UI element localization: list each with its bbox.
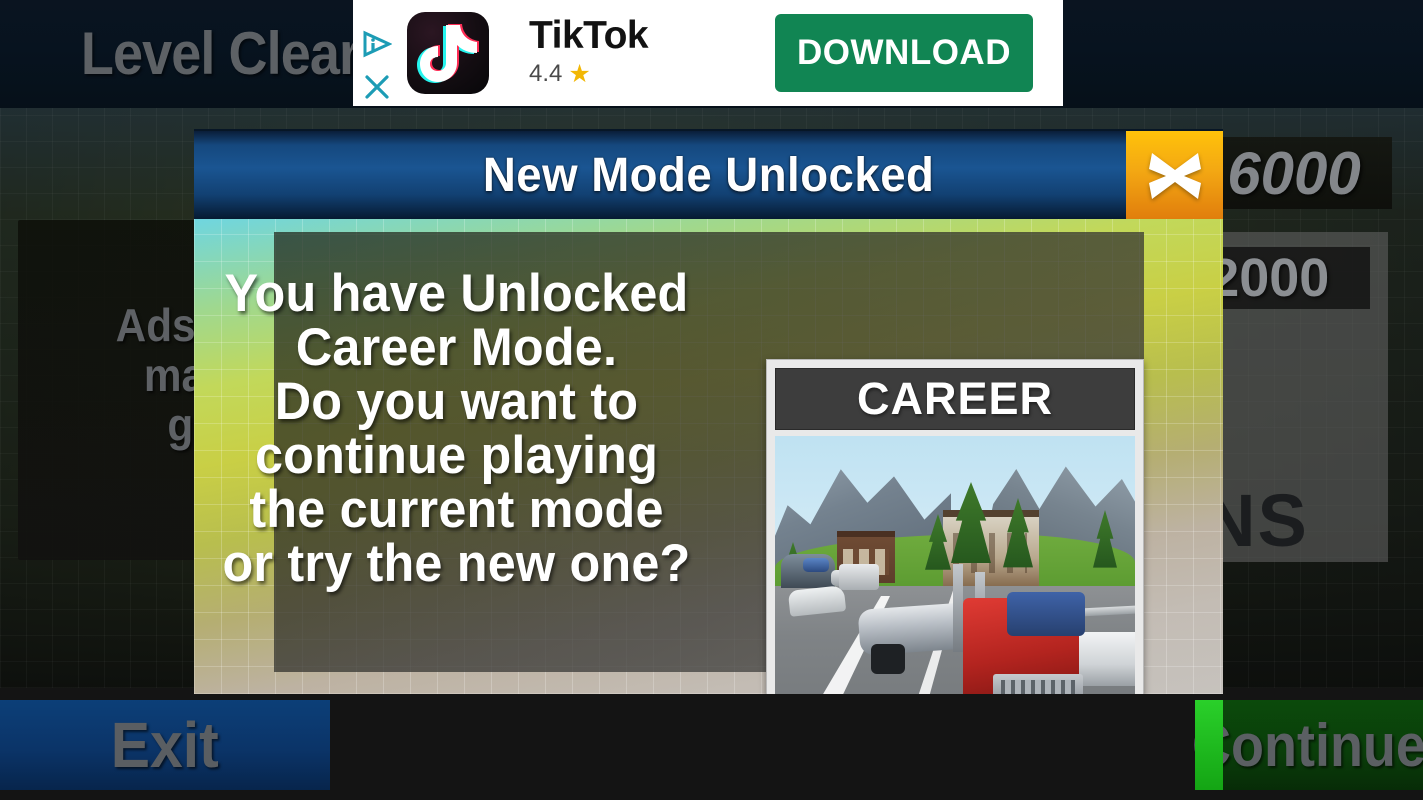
tiktok-app-icon — [407, 12, 489, 94]
new-mode-unlocked-dialog: New Mode Unlocked You have Unlocked Care… — [194, 129, 1223, 694]
art-truck-windshield — [1007, 592, 1085, 636]
ad-rating-row: 4.4 ★ — [529, 60, 648, 88]
art-truck-grill — [993, 674, 1083, 694]
dialog-close-button[interactable] — [1126, 131, 1223, 221]
career-mode-card[interactable]: CAREER — [766, 359, 1144, 694]
art-car — [1075, 632, 1135, 686]
career-card-artwork — [775, 436, 1135, 694]
dialog-message: You have Unlocked Career Mode. Do you wa… — [222, 264, 691, 593]
dialog-title: New Mode Unlocked — [482, 148, 935, 202]
ad-download-button[interactable]: DOWNLOAD — [775, 14, 1033, 92]
art-trailer-wheel — [871, 644, 905, 674]
art-car — [803, 558, 829, 572]
ad-banner[interactable]: TikTok 4.4 ★ DOWNLOAD — [353, 0, 1063, 106]
game-screen: Level Clear Ads help makin gan 6000 + 20… — [0, 0, 1423, 800]
ad-rating-value: 4.4 — [529, 60, 563, 87]
score-value: 6000 — [1227, 139, 1361, 207]
career-card-title-bar: CAREER — [775, 368, 1135, 430]
level-clear-title: Level Clear — [80, 19, 360, 87]
ad-app-name: TikTok — [529, 14, 649, 57]
dialog-header: New Mode Unlocked — [194, 129, 1223, 221]
ad-choices-controls[interactable] — [358, 30, 396, 100]
career-card-title: CAREER — [856, 373, 1054, 424]
close-x-icon[interactable] — [364, 74, 390, 100]
dialog-body: You have Unlocked Career Mode. Do you wa… — [194, 219, 1223, 694]
ad-text-block: TikTok 4.4 ★ — [529, 14, 649, 88]
continue-button-label: Continue — [1192, 711, 1423, 779]
adchoices-info-icon[interactable] — [362, 30, 392, 58]
star-icon: ★ — [568, 59, 591, 88]
exit-button-label: Exit — [111, 709, 219, 781]
exit-button[interactable]: Exit — [0, 700, 330, 790]
art-bus — [839, 564, 879, 590]
art-exhaust-stack — [953, 564, 963, 652]
close-x-icon — [1143, 147, 1207, 205]
continue-button[interactable]: Continue — [1192, 700, 1423, 790]
continue-button-accent — [1195, 700, 1223, 790]
